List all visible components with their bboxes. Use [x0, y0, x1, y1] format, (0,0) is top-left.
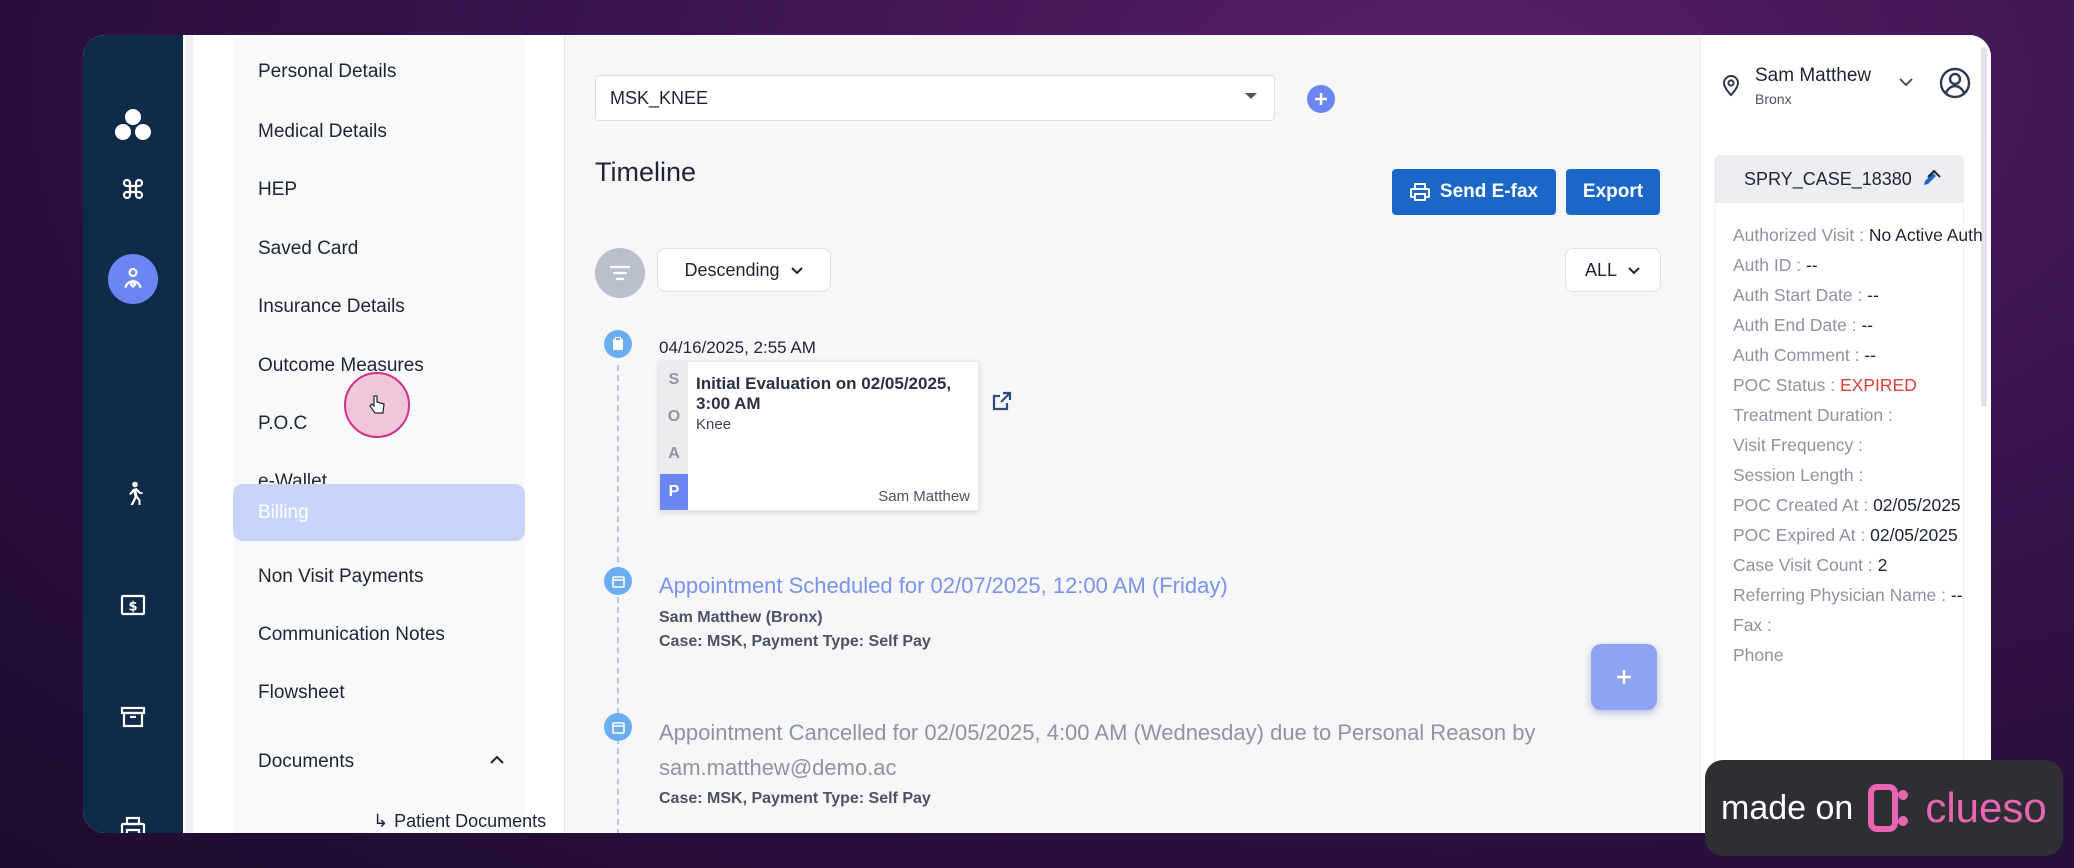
type-filter-dropdown[interactable]: ALL	[1565, 248, 1661, 292]
detail-auth-id: Auth ID : --	[1733, 255, 1818, 275]
billing-icon[interactable]: $	[113, 585, 153, 625]
menu-sub-item-patient-documents[interactable]: ↳ Patient Documents	[373, 811, 546, 832]
menu-item-documents[interactable]: Documents	[233, 733, 525, 790]
clueso-logo-icon	[1868, 784, 1909, 832]
appointment-case-info: Case: MSK, Payment Type: Self Pay	[659, 790, 931, 807]
external-link-icon[interactable]	[991, 390, 1013, 417]
card-provider: Sam Matthew	[878, 488, 970, 505]
page-title: Timeline	[595, 157, 697, 187]
exercise-icon[interactable]	[113, 474, 153, 514]
menu-divider	[185, 35, 193, 833]
svg-text:$: $	[128, 600, 137, 615]
status-badge: EXPIRED	[1840, 375, 1917, 395]
menu-item-saved-card[interactable]: Saved Card	[233, 220, 525, 277]
case-details-panel: Sam Matthew Bronx SPRY_CASE_18380 Author…	[1700, 35, 1991, 833]
soap-tabs: S O A P	[660, 362, 688, 510]
sub-arrow-icon: ↳	[373, 811, 389, 831]
archive-icon[interactable]	[113, 697, 153, 737]
printer-icon[interactable]	[113, 808, 153, 833]
detail-case-visit-count: Case Visit Count : 2	[1733, 555, 1888, 575]
detail-phone: Phone	[1733, 645, 1784, 665]
detail-referring-physician: Referring Physician Name : --	[1733, 585, 1963, 605]
chevron-down-icon[interactable]	[1898, 77, 1914, 87]
timeline-line	[617, 365, 619, 833]
chevron-up-icon	[490, 755, 504, 764]
card-body-part: Knee	[696, 416, 732, 433]
icon-rail: $	[83, 35, 183, 833]
detail-auth-comment: Auth Comment : --	[1733, 345, 1876, 365]
menu-item-medical-details[interactable]: Medical Details	[233, 103, 525, 160]
appointment-case-info: Case: MSK, Payment Type: Self Pay	[659, 633, 931, 650]
detail-poc-status: POC Status : EXPIRED	[1733, 375, 1917, 395]
calendar-icon	[604, 567, 632, 595]
export-button[interactable]: Export	[1566, 169, 1660, 215]
soap-tab-o[interactable]: O	[660, 399, 688, 435]
plus-icon	[1617, 670, 1631, 684]
menu-item-insurance-details[interactable]: Insurance Details	[233, 278, 525, 335]
detail-treatment-duration: Treatment Duration :	[1733, 405, 1893, 425]
filter-button[interactable]	[595, 248, 645, 298]
detail-poc-expired-at: POC Expired At : 02/05/2025	[1733, 525, 1958, 545]
detail-fax: Fax :	[1733, 615, 1772, 635]
menu-item-hep[interactable]: HEP	[233, 161, 525, 218]
dashboard-icon[interactable]	[113, 169, 153, 209]
appointment-scheduled-title[interactable]: Appointment Scheduled for 02/07/2025, 12…	[659, 573, 1228, 599]
caret-down-icon	[1245, 93, 1257, 99]
detail-auth-start-date: Auth Start Date : --	[1733, 285, 1879, 305]
user-location: Bronx	[1755, 91, 1792, 107]
card-title: Initial Evaluation on 02/05/2025, 3:00 A…	[696, 374, 952, 413]
calendar-icon	[604, 713, 632, 741]
soap-tab-a[interactable]: A	[660, 436, 688, 472]
clueso-watermark: made on clueso	[1705, 760, 2063, 856]
add-case-button[interactable]	[1307, 85, 1335, 113]
detail-auth-end-date: Auth End Date : --	[1733, 315, 1874, 335]
detail-session-length: Session Length :	[1733, 465, 1864, 485]
chevron-down-icon	[790, 266, 803, 274]
add-entry-fab[interactable]	[1591, 644, 1657, 710]
menu-item-non-visit-payments[interactable]: Non Visit Payments	[233, 548, 525, 605]
entry-date: 04/16/2025, 2:55 AM	[659, 338, 816, 357]
app-window: $ Personal Details Medical Details HEP S…	[83, 35, 1991, 833]
case-select[interactable]: MSK_KNEE	[595, 75, 1275, 121]
detail-authorized-visit: Authorized Visit : No Active Auth	[1733, 225, 1983, 245]
chevron-down-icon	[1628, 266, 1640, 274]
send-efax-button[interactable]: Send E-fax	[1392, 169, 1556, 215]
soap-note-card[interactable]: S O A P Initial Evaluation on 02/05/2025…	[659, 361, 979, 511]
note-icon	[604, 330, 632, 358]
click-indicator	[344, 372, 410, 438]
sort-dropdown[interactable]: Descending	[657, 248, 831, 292]
soap-tab-p[interactable]: P	[660, 474, 688, 510]
appointment-provider: Sam Matthew (Bronx)	[659, 609, 823, 626]
soap-tab-s[interactable]: S	[660, 362, 688, 398]
avatar[interactable]	[1939, 67, 1971, 99]
detail-visit-frequency: Visit Frequency :	[1733, 435, 1864, 455]
menu-item-personal-details[interactable]: Personal Details	[233, 43, 525, 100]
detail-poc-created-at: POC Created At : 02/05/2025	[1733, 495, 1961, 515]
case-detail-list: Authorized Visit : No Active Auth Auth I…	[1714, 203, 1983, 833]
plus-icon	[1315, 93, 1327, 105]
logo-icon[interactable]	[113, 105, 153, 145]
filter-icon	[609, 265, 631, 281]
timeline-area: MSK_KNEE Timeline Send E-fax Export Desc…	[565, 35, 1700, 833]
menu-item-flowsheet[interactable]: Flowsheet	[233, 664, 525, 721]
menu-item-communication-notes[interactable]: Communication Notes	[233, 606, 525, 663]
hand-cursor-icon	[369, 395, 385, 414]
appointment-cancelled-title: Appointment Cancelled for 02/05/2025, 4:…	[659, 720, 1536, 780]
patient-icon[interactable]	[108, 254, 158, 304]
printer-icon	[1409, 183, 1430, 201]
chevron-up-icon[interactable]	[1926, 169, 1942, 179]
case-header[interactable]: SPRY_CASE_18380	[1714, 155, 1964, 203]
user-name[interactable]: Sam Matthew	[1755, 65, 1871, 87]
location-pin-icon	[1722, 75, 1740, 97]
menu-item-billing[interactable]: Billing	[233, 484, 525, 541]
